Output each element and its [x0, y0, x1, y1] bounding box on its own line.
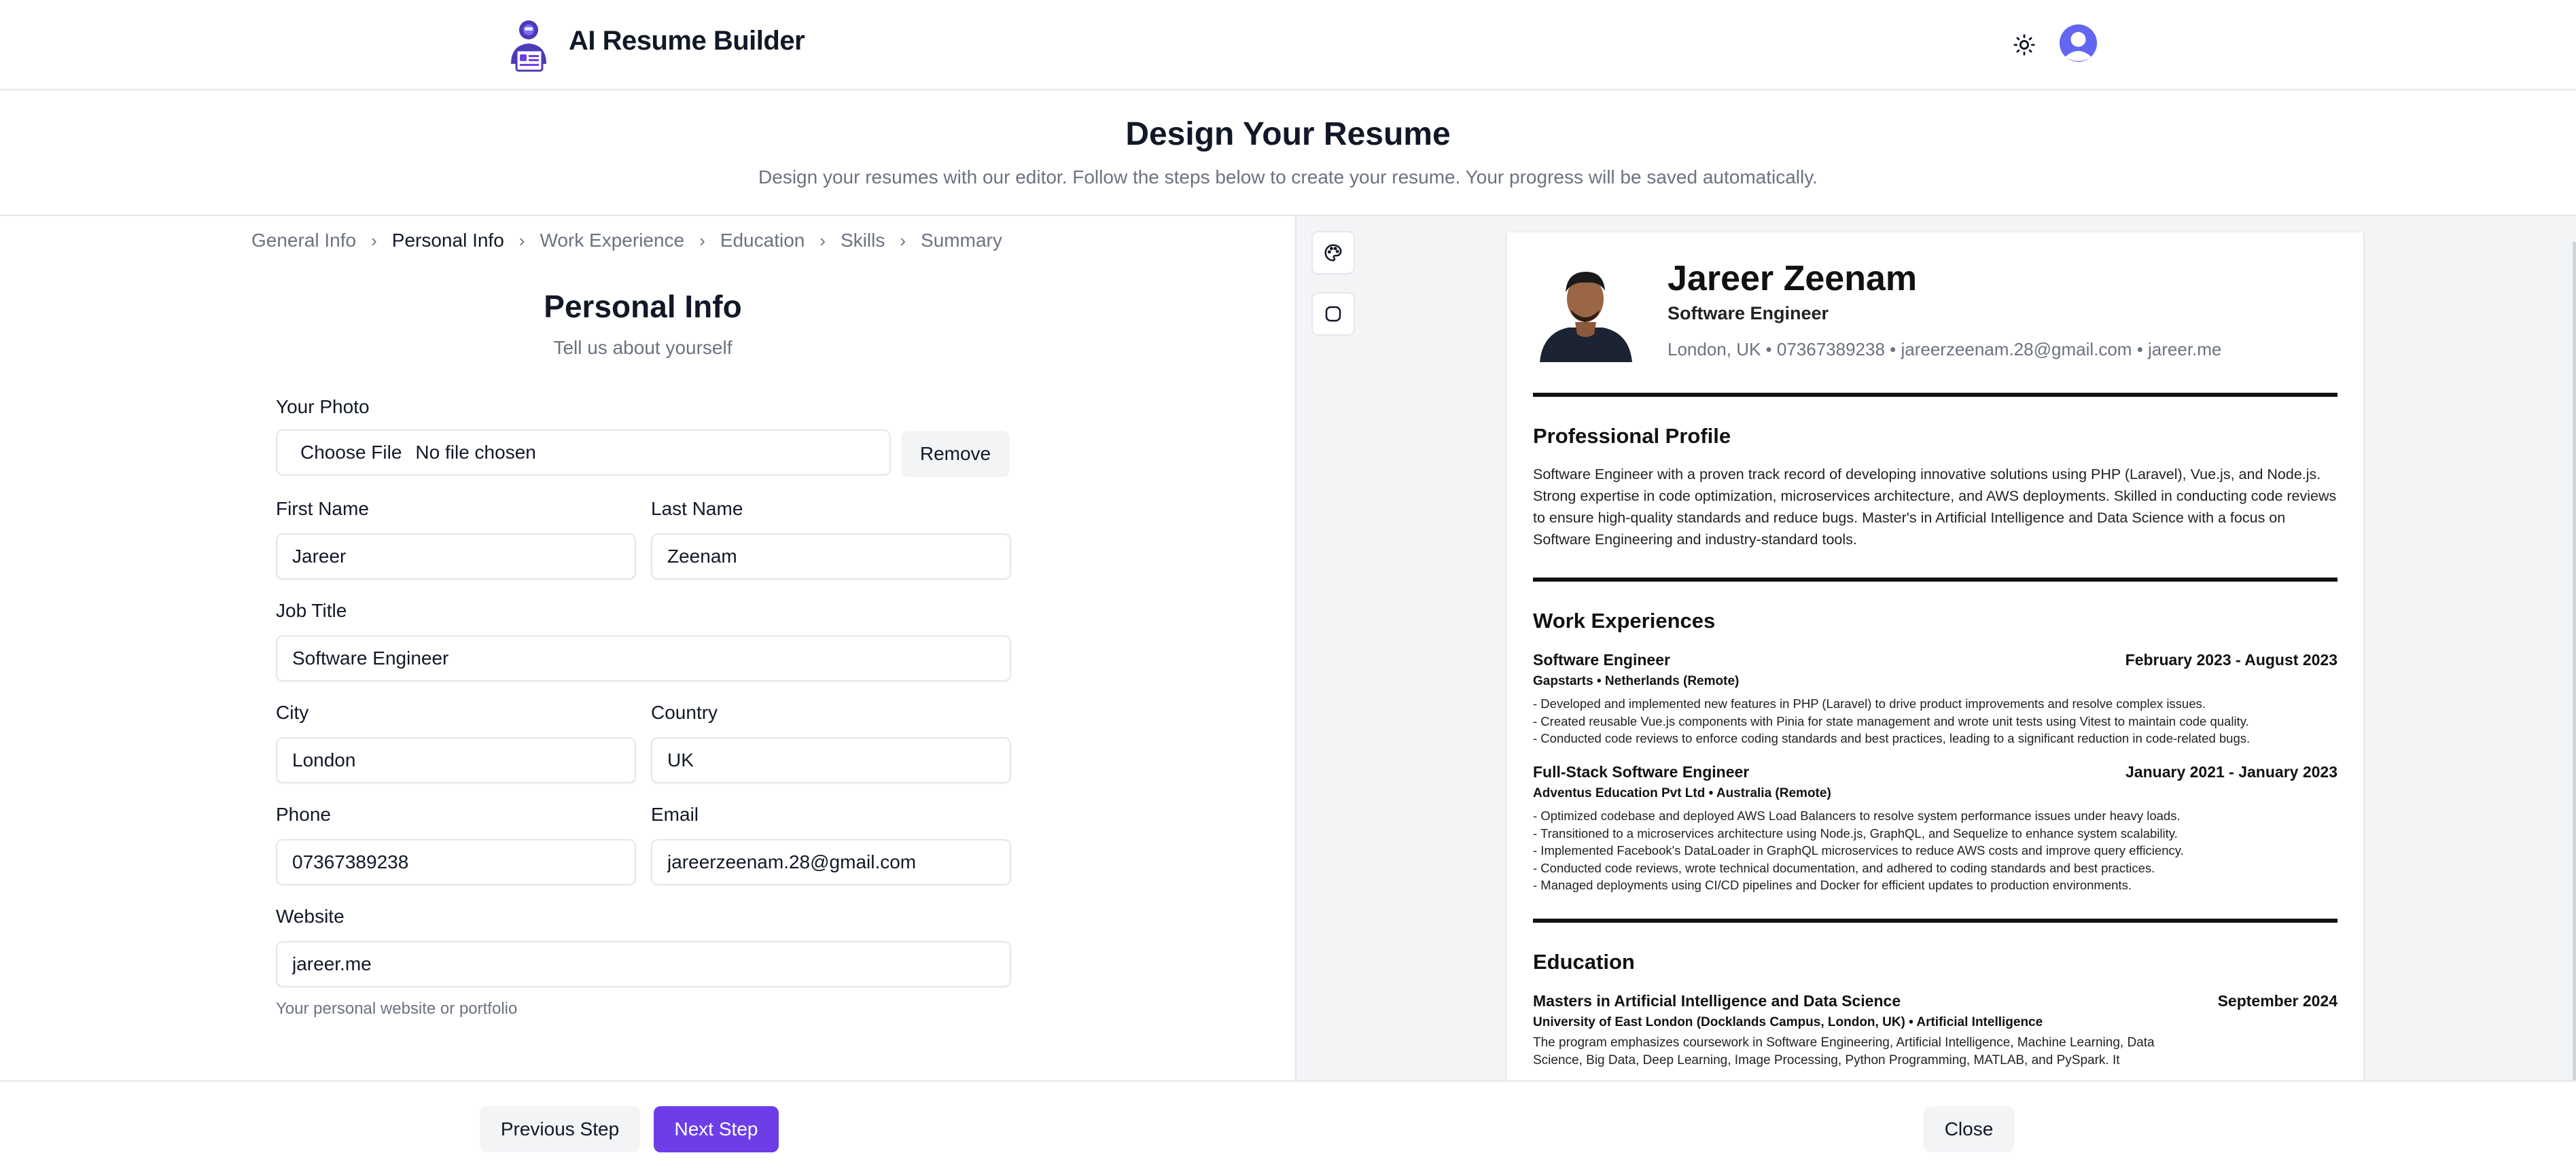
education-school: University of East London (Docklands Cam… — [1533, 1015, 2043, 1029]
profile-text: Software Engineer with a proven track re… — [1533, 466, 2337, 548]
website-hint: Your personal website or portfolio — [276, 999, 518, 1018]
job-dates: January 2021 - January 2023 — [2125, 763, 2337, 781]
step-general-info[interactable]: General Info — [251, 230, 356, 251]
job-company: Adventus Education Pvt Ltd • Australia (… — [1533, 786, 1831, 800]
job-bullet: - Transitioned to a microservices archit… — [1533, 826, 2178, 840]
country-label: Country — [651, 702, 718, 723]
palette-icon[interactable] — [1311, 231, 1355, 275]
photo-label: Your Photo — [276, 396, 370, 417]
form-title: Personal Info — [544, 289, 742, 324]
job-bullet: - Managed deployments using CI/CD pipeli… — [1533, 878, 2132, 892]
resume-preview-panel: Jareer Zeenam Software Engineer London, … — [1295, 216, 2576, 1080]
website-label: Website — [276, 906, 345, 927]
step-summary[interactable]: Summary — [921, 230, 1002, 251]
chevron-right-icon: › — [819, 230, 826, 251]
job-header: Full-Stack Software Engineer January 202… — [1533, 763, 2337, 781]
square-rounded-icon[interactable] — [1311, 292, 1355, 336]
chevron-right-icon: › — [699, 230, 705, 251]
section-divider — [1533, 393, 2337, 397]
resume-document: Jareer Zeenam Software Engineer London, … — [1507, 232, 2363, 1080]
photo-file-input[interactable]: Choose File No file chosen — [276, 429, 891, 476]
choose-file-button[interactable]: Choose File — [300, 442, 402, 463]
phone-label: Phone — [276, 804, 331, 825]
job-header: Software Engineer February 2023 - August… — [1533, 651, 2337, 669]
step-education[interactable]: Education — [720, 230, 805, 251]
first-name-label: First Name — [276, 498, 369, 519]
job-title: Software Engineer — [1533, 651, 1670, 669]
page-subtitle: Design your resumes with our editor. Fol… — [758, 166, 1818, 188]
work-heading: Work Experiences — [1533, 609, 1716, 633]
job-title: Full-Stack Software Engineer — [1533, 763, 1750, 781]
resume-job-title: Software Engineer — [1668, 303, 1829, 323]
next-step-button[interactable]: Next Step — [654, 1106, 779, 1152]
education-text: The program emphasizes coursework in Sof… — [1533, 1036, 2155, 1067]
country-field[interactable] — [651, 737, 1011, 783]
step-personal-info[interactable]: Personal Info — [392, 230, 504, 251]
page-heading: Design Your Resume Design your resumes w… — [0, 90, 2576, 216]
job-bullet: - Created reusable Vue.js components wit… — [1533, 713, 2249, 728]
sun-icon[interactable] — [2008, 29, 2041, 61]
resume-contact: London, UK • 07367389238 • jareerzeenam.… — [1668, 339, 2222, 359]
close-button[interactable]: Close — [1924, 1106, 2014, 1152]
email-label: Email — [651, 804, 699, 825]
app-title[interactable]: AI Resume Builder — [569, 26, 805, 56]
profile-photo — [1533, 257, 1638, 362]
education-heading: Education — [1533, 950, 1635, 974]
step-breadcrumb: General Info › Personal Info › Work Expe… — [251, 230, 1002, 251]
website-field[interactable] — [276, 941, 1011, 987]
job-bullet: - Developed and implemented new features… — [1533, 696, 2206, 711]
job-bullets: - Developed and implemented new features… — [1533, 695, 2337, 747]
resume-name: Jareer Zeenam — [1668, 259, 1918, 298]
last-name-label: Last Name — [651, 498, 743, 519]
form-subtitle: Tell us about yourself — [553, 337, 733, 358]
user-avatar-icon[interactable] — [2060, 24, 2097, 62]
previous-step-button[interactable]: Previous Step — [480, 1106, 640, 1152]
job-bullet: - Implemented Facebook's DataLoader in G… — [1533, 843, 2184, 857]
education-degree: Masters in Artificial Intelligence and D… — [1533, 992, 1901, 1010]
footer-actions: Previous Step Next Step Close — [0, 1080, 2576, 1168]
chevron-right-icon: › — [900, 230, 906, 251]
phone-field[interactable] — [276, 839, 636, 885]
city-field[interactable] — [276, 737, 636, 783]
job-company: Gapstarts • Netherlands (Remote) — [1533, 674, 1740, 688]
chevron-right-icon: › — [371, 230, 377, 251]
file-status-text: No file chosen — [415, 442, 536, 463]
last-name-field[interactable] — [651, 533, 1011, 580]
profile-heading: Professional Profile — [1533, 424, 1731, 448]
section-divider — [1533, 919, 2337, 923]
chevron-right-icon: › — [518, 230, 525, 251]
first-name-field[interactable] — [276, 533, 636, 580]
preview-scrollbar[interactable] — [2573, 242, 2576, 1080]
job-bullets: - Optimized codebase and deployed AWS Lo… — [1533, 807, 2337, 894]
job-title-field[interactable] — [276, 635, 1011, 682]
page-title: Design Your Resume — [1125, 116, 1451, 152]
job-dates: February 2023 - August 2023 — [2125, 651, 2337, 669]
job-bullet: - Conducted code reviews to enforce codi… — [1533, 731, 2251, 745]
job-bullet: - Optimized codebase and deployed AWS Lo… — [1533, 809, 2181, 823]
robot-resume-logo[interactable] — [501, 16, 556, 73]
top-navbar: AI Resume Builder — [0, 0, 2576, 90]
city-label: City — [276, 702, 309, 723]
education-header: Masters in Artificial Intelligence and D… — [1533, 992, 2337, 1010]
education-date: September 2024 — [2217, 992, 2337, 1010]
email-field[interactable] — [651, 839, 1011, 885]
job-title-label: Job Title — [276, 600, 347, 621]
step-skills[interactable]: Skills — [841, 230, 885, 251]
job-bullet: - Conducted code reviews, wrote technica… — [1533, 860, 2155, 875]
remove-photo-button[interactable]: Remove — [901, 431, 1010, 477]
step-work-experience[interactable]: Work Experience — [540, 230, 684, 251]
section-divider — [1533, 578, 2337, 582]
